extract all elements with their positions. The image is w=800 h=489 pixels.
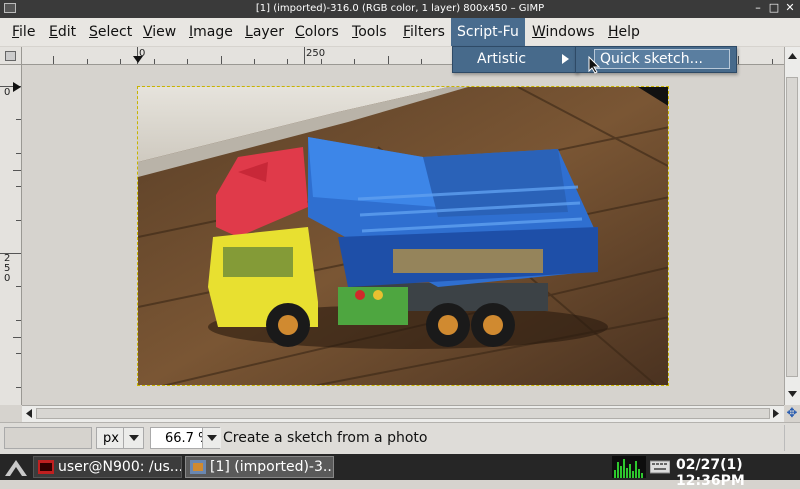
ruler-tick (287, 59, 288, 64)
start-menu-icon[interactable] (2, 456, 30, 478)
scroll-up-arrow-icon[interactable] (785, 49, 800, 63)
ruler-label-250: 250 (306, 48, 326, 59)
status-message: Create a sketch from a photo (223, 430, 428, 446)
vertical-scrollbar[interactable] (784, 47, 800, 405)
unit-dropdown-button[interactable] (123, 428, 144, 448)
chevron-down-icon (129, 435, 139, 441)
ruler-tick (16, 286, 21, 287)
zoom-selector[interactable]: 66.7 % (150, 427, 221, 449)
minimize-button[interactable]: – (752, 1, 764, 15)
unit-selector[interactable]: px (96, 427, 144, 449)
menu-windows[interactable]: Windows (526, 18, 601, 46)
ruler-tick (354, 59, 355, 64)
quick-mask-toggle[interactable] (0, 47, 22, 65)
ruler-tick (421, 59, 422, 64)
image-canvas-area[interactable] (22, 65, 784, 405)
pointer-coordinates (4, 427, 92, 449)
ruler-corner-icon (5, 51, 16, 61)
statusbar: px 66.7 % Create a sketch from a photo (0, 422, 800, 454)
statusbar-separator (784, 425, 799, 451)
pointer-position-marker-icon (13, 82, 21, 92)
terminal-icon (38, 460, 54, 474)
menu-colors[interactable]: Colors (289, 18, 345, 46)
vertical-ruler[interactable]: 0 250 (0, 65, 22, 405)
window-titlebar: [1] (imported)-316.0 (RGB color, 1 layer… (0, 0, 800, 18)
menu-tools[interactable]: Tools (346, 18, 393, 46)
menu-item-quick-sketch[interactable]: Quick sketch... (600, 51, 703, 67)
navigate-icon[interactable]: ✥ (784, 405, 800, 422)
ruler-tick (16, 320, 21, 321)
menu-file[interactable]: File (6, 18, 41, 46)
image-canvas[interactable] (137, 86, 669, 386)
taskbar-item-gimp[interactable]: [1] (imported)-3... (185, 456, 334, 478)
ruler-tick (738, 56, 739, 64)
quick-mask-corner (0, 405, 22, 422)
menu-filters[interactable]: Filters (397, 18, 451, 46)
horizontal-scrollbar[interactable] (22, 405, 784, 422)
unit-value: px (103, 431, 119, 446)
ruler-tick (16, 153, 21, 154)
menu-help[interactable]: Help (602, 18, 646, 46)
zoom-dropdown-button[interactable] (202, 428, 221, 448)
scroll-down-arrow-icon[interactable] (785, 387, 800, 401)
ruler-tick (772, 59, 773, 64)
pointer-position-marker-icon (133, 56, 143, 63)
taskbar-item-terminal[interactable]: user@N900: /us... (33, 456, 182, 478)
ruler-label-0: 0 (4, 87, 11, 98)
ruler-tick (16, 220, 21, 221)
ruler-tick (87, 59, 88, 64)
cpu-load-graph-icon (612, 456, 646, 478)
toy-dump-truck-photo (138, 87, 668, 385)
menu-layer[interactable]: Layer (239, 18, 290, 46)
taskbar-clock[interactable]: 02/27(1) 12:36PM (676, 457, 800, 489)
ruler-tick (154, 59, 155, 64)
window-title: [1] (imported)-316.0 (RGB color, 1 layer… (255, 3, 545, 14)
vertical-scroll-thumb[interactable] (786, 77, 798, 377)
ruler-tick (0, 253, 21, 254)
gimp-icon (190, 460, 206, 474)
ruler-tick (120, 59, 121, 64)
ruler-tick (321, 59, 322, 64)
menu-view[interactable]: View (137, 18, 182, 46)
menu-script-fu[interactable]: Script-Fu (451, 18, 525, 46)
ruler-tick (13, 170, 21, 171)
ruler-tick (53, 56, 54, 64)
ruler-tick (16, 119, 21, 120)
ruler-tick (304, 47, 305, 64)
ruler-tick (16, 353, 21, 354)
ruler-tick (221, 56, 222, 64)
ruler-tick (16, 387, 21, 388)
taskbar: user@N900: /us... [1] (imported)-3... 02… (0, 454, 800, 489)
maximize-button[interactable]: □ (768, 1, 780, 15)
menu-edit[interactable]: Edit (43, 18, 82, 46)
ruler-tick (388, 56, 389, 64)
ruler-tick (187, 59, 188, 64)
ruler-label-250: 250 (4, 253, 11, 284)
submenu-arrow-icon (562, 54, 569, 64)
menu-image[interactable]: Image (183, 18, 239, 46)
horizontal-scroll-thumb[interactable] (36, 408, 770, 419)
ruler-tick (13, 337, 21, 338)
scroll-left-arrow-icon[interactable] (23, 407, 35, 420)
ruler-tick (16, 186, 21, 187)
menu-select[interactable]: Select (83, 18, 138, 46)
close-button[interactable]: ✕ (784, 1, 796, 15)
ruler-tick (254, 59, 255, 64)
menubar: File Edit Select View Image Layer Colors… (0, 18, 800, 46)
chevron-down-icon (207, 435, 217, 441)
scroll-right-arrow-icon[interactable] (770, 407, 782, 420)
keyboard-icon[interactable] (650, 459, 670, 475)
menu-item-artistic[interactable]: Artistic (477, 51, 526, 67)
mouse-cursor-icon (588, 56, 600, 74)
script-fu-menu: Artistic (452, 46, 578, 73)
